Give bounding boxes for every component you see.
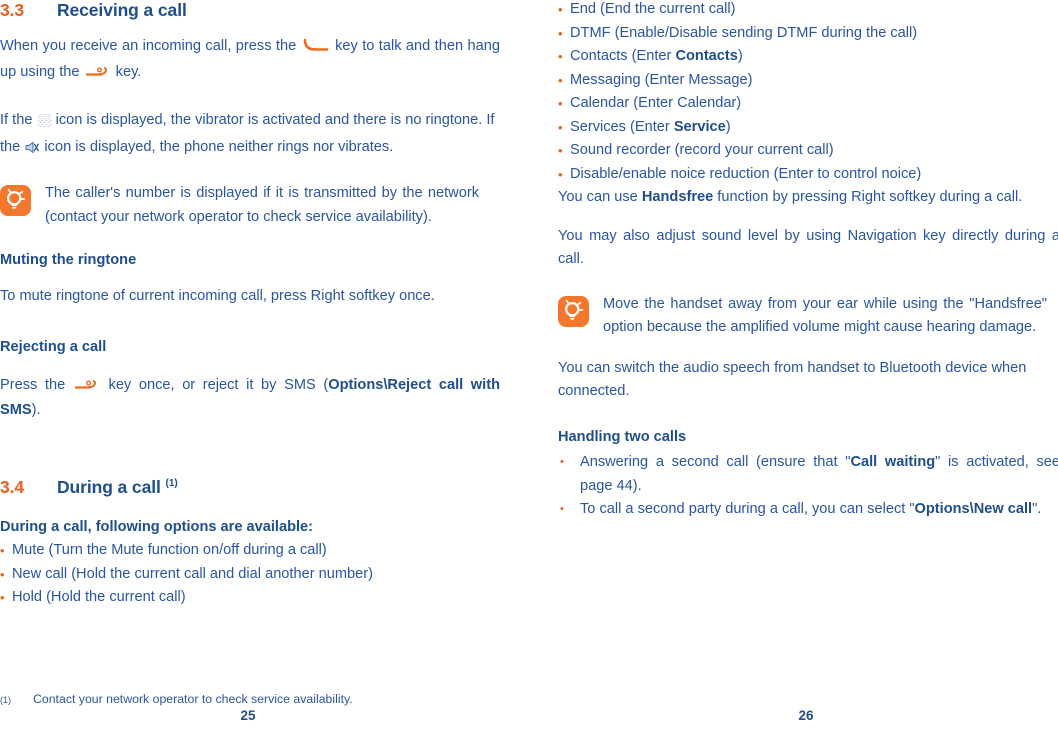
lightbulb-icon: [0, 185, 31, 216]
paragraph-handsfree: You can use Handsfree function by pressi…: [558, 186, 1058, 210]
section-title-text: During a call: [57, 476, 161, 497]
list-item: DTMF (Enable/Disable sending DTMF during…: [558, 22, 1058, 46]
section-heading-3-3: 3.3 Receiving a call: [0, 0, 500, 21]
vibrate-text-part3: icon is displayed, the phone neither rin…: [44, 138, 394, 155]
subheading-muting-ringtone: Muting the ringtone: [0, 252, 137, 268]
handling-two-calls-list: Answering a second call (ensure that "Ca…: [558, 451, 1058, 522]
reject-text-part1: Press the: [0, 376, 66, 393]
vibrate-text-part1: If the: [0, 112, 33, 128]
page-number-right: 26: [798, 708, 814, 723]
tip-box-caller-number: The caller's number is displayed if it i…: [0, 182, 500, 229]
tip-text: Move the handset away from your ear whil…: [603, 295, 1047, 336]
right-page-column: End (End the current call) DTMF (Enable/…: [558, 0, 1058, 522]
list-item-prefix: Services (Enter: [570, 118, 674, 135]
list-item-suffix: ): [737, 48, 743, 64]
paragraph-bluetooth: You can switch the audio speech from han…: [558, 359, 1027, 400]
section-title: During a call (1): [57, 477, 178, 498]
list-item-suffix: ".: [1032, 501, 1042, 517]
call-end-key-icon: [85, 63, 110, 87]
footnote-marker: (1): [0, 695, 11, 705]
list-item: Hold (Hold the current call): [0, 586, 500, 610]
paragraph-incoming-call: When you receive an incoming call, press…: [0, 35, 500, 86]
section-number: 3.4: [0, 476, 25, 497]
handsfree-part1: You can use: [558, 189, 642, 205]
list-item: Services (Enter Service): [558, 116, 1058, 140]
list-item: Contacts (Enter Contacts): [558, 45, 1058, 69]
section-title: Receiving a call: [57, 0, 187, 20]
list-item-prefix: Answering a second call (ensure that ": [580, 454, 851, 470]
list-item-bold: Contacts: [675, 48, 738, 64]
list-item-prefix: Contacts (Enter: [570, 48, 676, 64]
subheading-during-call-options: During a call, following options are ava…: [0, 518, 314, 535]
incoming-text-part3: key.: [115, 63, 142, 80]
vibrate-icon: [37, 112, 51, 136]
section-heading-3-4: 3.4 During a call (1): [0, 477, 500, 498]
list-item: Disable/enable noice reduction (Enter to…: [558, 163, 1058, 187]
list-item: Answering a second call (ensure that "Ca…: [558, 451, 1058, 498]
section-number: 3.3: [0, 0, 25, 20]
left-page-column: 3.3 Receiving a call When you receive an…: [0, 0, 500, 706]
page-number-left: 25: [240, 708, 256, 723]
handsfree-bold: Handsfree: [641, 189, 714, 205]
footnote-ref: (1): [165, 477, 178, 489]
reject-text-part3: ).: [31, 402, 41, 418]
footnote-text: Contact your network operator to check s…: [33, 692, 353, 706]
list-item: Mute (Turn the Mute function on/off duri…: [0, 539, 500, 563]
list-item-suffix: ): [725, 118, 731, 135]
call-end-key-icon: [74, 376, 99, 400]
tip-box-handsfree-warning: Move the handset away from your ear whil…: [558, 293, 1058, 340]
list-item-bold: Service: [673, 118, 726, 135]
paragraph-sound-level: You may also adjust sound level by using…: [558, 227, 1058, 268]
during-call-options-list: Mute (Turn the Mute function on/off duri…: [0, 539, 500, 610]
list-item: Messaging (Enter Message): [558, 69, 1058, 93]
list-item-prefix: To call a second party during a call, yo…: [580, 501, 915, 517]
handsfree-part2: function by pressing Right softkey durin…: [713, 189, 1023, 205]
during-call-options-continued-list: End (End the current call) DTMF (Enable/…: [558, 0, 1058, 186]
manual-page-spread: 3.3 Receiving a call When you receive an…: [0, 0, 1058, 730]
list-item-bold: Options\New call: [914, 501, 1033, 517]
paragraph-rejecting-call: Press the key once, or reject it by SMS …: [0, 374, 500, 423]
list-item: New call (Hold the current call and dial…: [0, 563, 500, 587]
paragraph-muting-ringtone: To mute ringtone of current incoming cal…: [0, 287, 435, 304]
list-item: Calendar (Enter Calendar): [558, 92, 1058, 116]
list-item-bold: Call waiting: [850, 454, 936, 470]
tip-text: The caller's number is displayed if it i…: [45, 185, 479, 225]
list-item: End (End the current call): [558, 0, 1058, 22]
subheading-rejecting-call: Rejecting a call: [0, 339, 107, 355]
list-item: Sound recorder (record your current call…: [558, 139, 1058, 163]
lightbulb-icon: [558, 295, 589, 327]
subheading-handling-two-calls: Handling two calls: [558, 428, 687, 445]
incoming-text-part1: When you receive an incoming call, press…: [0, 38, 297, 54]
list-item: To call a second party during a call, yo…: [558, 498, 1058, 522]
reject-text-part2: key once, or reject it by SMS (: [108, 376, 329, 393]
paragraph-vibrate-silent: If the icon is displayed, the vibrator i…: [0, 109, 500, 162]
footnote-left: (1) Contact your network operator to che…: [0, 692, 500, 706]
call-answer-key-icon: [303, 37, 329, 61]
silent-mute-icon: [25, 139, 40, 163]
